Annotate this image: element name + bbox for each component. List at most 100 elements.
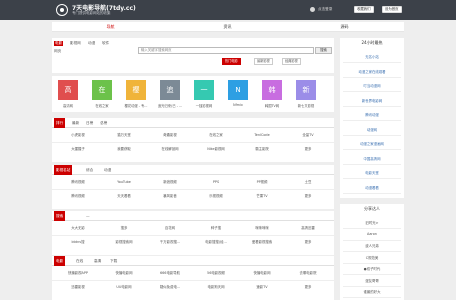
side-item[interactable]: Aaron bbox=[340, 232, 404, 236]
side-item[interactable]: 谁最的好大 bbox=[340, 289, 404, 294]
site-link[interactable]: 更多 bbox=[288, 282, 328, 293]
site-tile[interactable]: 樱 bbox=[126, 80, 146, 100]
search-input[interactable]: 输入关键字搜索网页 bbox=[138, 47, 314, 54]
panel-tab[interactable]: 综合 bbox=[86, 165, 93, 175]
site-link[interactable]: 种子搜 bbox=[196, 223, 236, 234]
site-link[interactable]: 奇趣影视 bbox=[150, 130, 190, 141]
site-link[interactable]: 霸主影院 bbox=[242, 144, 282, 155]
nav-item-yuanma[interactable]: 源码 bbox=[286, 22, 403, 32]
site-tile-label[interactable]: 新七又影视 bbox=[290, 103, 322, 108]
site-link[interactable]: UU电影网 bbox=[104, 282, 144, 293]
search-button[interactable]: 搜索 bbox=[315, 47, 332, 54]
panel-tab[interactable]: 影视名站 bbox=[54, 165, 73, 175]
site-link[interactable]: YouTube bbox=[104, 177, 144, 188]
panel-tab[interactable]: 搜索 bbox=[54, 211, 66, 221]
site-link[interactable]: 更多 bbox=[288, 144, 328, 155]
site-tile[interactable]: 新 bbox=[296, 80, 316, 100]
search-tab-web[interactable]: 网页 bbox=[54, 49, 61, 54]
side-item[interactable]: 漫友哥哥 bbox=[340, 278, 404, 283]
site-link[interactable]: 快播影视APP bbox=[58, 268, 98, 279]
site-link[interactable]: 56电影视频 bbox=[196, 268, 236, 279]
site-link[interactable]: 在线解谜网 bbox=[150, 144, 190, 155]
site-link[interactable]: 更多 bbox=[288, 237, 328, 248]
panel-tab[interactable]: — bbox=[86, 211, 90, 221]
site-tile-label[interactable]: 樱花动漫 - 专... bbox=[120, 103, 152, 108]
site-tile[interactable]: 一 bbox=[194, 80, 214, 100]
search-tab-anime[interactable]: 动漫 bbox=[88, 41, 95, 46]
site-link[interactable]: PP视频 bbox=[242, 177, 282, 188]
site-link[interactable]: 高清迅雷 bbox=[288, 223, 328, 234]
site-link[interactable]: 我要获取 bbox=[104, 144, 144, 155]
favorite-button[interactable]: 收藏我们 bbox=[354, 6, 374, 13]
site-link[interactable]: 666电影导航 bbox=[150, 268, 190, 279]
site-tile[interactable]: 高 bbox=[58, 80, 78, 100]
site-link[interactable]: 快播电影网 bbox=[104, 268, 144, 279]
side-item[interactable]: C规范美 bbox=[340, 255, 404, 260]
site-tile-label[interactable]: 韩国TV网 bbox=[256, 103, 288, 108]
site-link[interactable]: 影视搜索网 bbox=[104, 237, 144, 248]
site-link[interactable]: TenlCode bbox=[242, 130, 282, 141]
site-tile-label[interactable]: 追光归来(已 - ... bbox=[154, 103, 186, 108]
side-item[interactable]: 动漫看看 bbox=[340, 185, 404, 190]
site-link[interactable]: 腾讯视频 bbox=[58, 177, 98, 188]
site-link[interactable]: 电影狗天网 bbox=[196, 282, 236, 293]
site-tile[interactable]: 韩 bbox=[262, 80, 282, 100]
site-link[interactable]: 更多 bbox=[288, 191, 328, 202]
panel-tab[interactable]: 排行 bbox=[54, 118, 66, 128]
panel-tab[interactable]: 在线 bbox=[76, 256, 83, 266]
nav-item-daohang[interactable]: 导航 bbox=[52, 22, 169, 32]
side-item[interactable]: 新世界电影网 bbox=[340, 98, 404, 103]
site-link[interactable]: Nike影视网 bbox=[196, 144, 236, 155]
side-item[interactable]: 波人兄弟 bbox=[340, 243, 404, 248]
side-item[interactable]: 电影天堂 bbox=[340, 170, 404, 175]
hot-movie-button[interactable]: 热门电影 bbox=[222, 58, 241, 65]
site-link[interactable]: 百花网 bbox=[150, 223, 190, 234]
site-link[interactable]: 速影TV bbox=[242, 282, 282, 293]
site-tile[interactable]: 在 bbox=[92, 80, 112, 100]
site-link[interactable]: 搜多 bbox=[104, 223, 144, 234]
panel-tab[interactable]: 总榜 bbox=[100, 118, 107, 128]
panel-tab[interactable]: 动漫 bbox=[104, 165, 111, 175]
site-link[interactable]: 乐视视频 bbox=[196, 191, 236, 202]
logo-icon[interactable] bbox=[56, 4, 68, 16]
new-movie-button[interactable]: 最新影视 bbox=[254, 58, 273, 65]
panel-tab[interactable]: 下载 bbox=[110, 256, 117, 266]
set-home-button[interactable]: 设为首页 bbox=[382, 6, 402, 13]
panel-tab[interactable]: 高清 bbox=[94, 256, 101, 266]
panel-tab[interactable]: 最新 bbox=[72, 118, 79, 128]
site-tile[interactable]: N bbox=[228, 80, 248, 100]
site-link[interactable]: 新浪视频 bbox=[150, 177, 190, 188]
search-tab-movie[interactable]: 电影 bbox=[54, 41, 64, 46]
site-tile-label[interactable]: 在线之家 bbox=[86, 103, 118, 108]
side-item[interactable]: 动漫网 bbox=[340, 127, 404, 132]
site-link[interactable]: 大大无影 bbox=[58, 223, 98, 234]
side-item[interactable]: ●双子时代 bbox=[340, 266, 404, 271]
site-tile-label[interactable]: 一独影视网 bbox=[188, 103, 220, 108]
site-link[interactable]: 在线之家 bbox=[196, 130, 236, 141]
site-link[interactable]: 咪咪咪咪 bbox=[242, 223, 282, 234]
login-link[interactable]: 点击登录 bbox=[318, 7, 332, 12]
side-item[interactable]: 旧时光> bbox=[340, 220, 404, 225]
side-item[interactable]: 叮当动漫网 bbox=[340, 83, 404, 88]
site-link[interactable]: 爱看影视搜索 bbox=[242, 237, 282, 248]
classic-movie-button[interactable]: 经典影视 bbox=[282, 58, 301, 65]
search-tab-site[interactable]: 影视网 bbox=[70, 41, 81, 46]
site-link[interactable]: 土豆 bbox=[288, 177, 328, 188]
site-link[interactable]: 猫万天堂 bbox=[104, 130, 144, 141]
site-link[interactable]: 天天看看 bbox=[104, 191, 144, 202]
site-tile-label[interactable]: 高清网 bbox=[52, 103, 84, 108]
site-link[interactable]: PPS bbox=[196, 177, 236, 188]
panel-tab[interactable]: 电影 bbox=[54, 256, 66, 266]
side-item[interactable]: 无名小站 bbox=[340, 54, 404, 59]
site-link[interactable]: 暴风影音 bbox=[150, 191, 190, 202]
site-tile[interactable]: 追 bbox=[160, 80, 180, 100]
site-link[interactable]: 去哪电影院 bbox=[288, 268, 328, 279]
site-link[interactable]: 芒果TV bbox=[242, 191, 282, 202]
site-link[interactable]: 大猩猩子 bbox=[58, 144, 98, 155]
search-tab-software[interactable]: 软件 bbox=[102, 41, 109, 46]
site-link[interactable]: 电影搜搜(经... bbox=[196, 237, 236, 248]
panel-tab[interactable]: 日榜 bbox=[86, 118, 93, 128]
side-item[interactable]: 动漫之家漫画网 bbox=[340, 141, 404, 146]
nav-item-zixun[interactable]: 资讯 bbox=[169, 22, 286, 32]
site-link[interactable]: btdns搜 bbox=[58, 237, 98, 248]
